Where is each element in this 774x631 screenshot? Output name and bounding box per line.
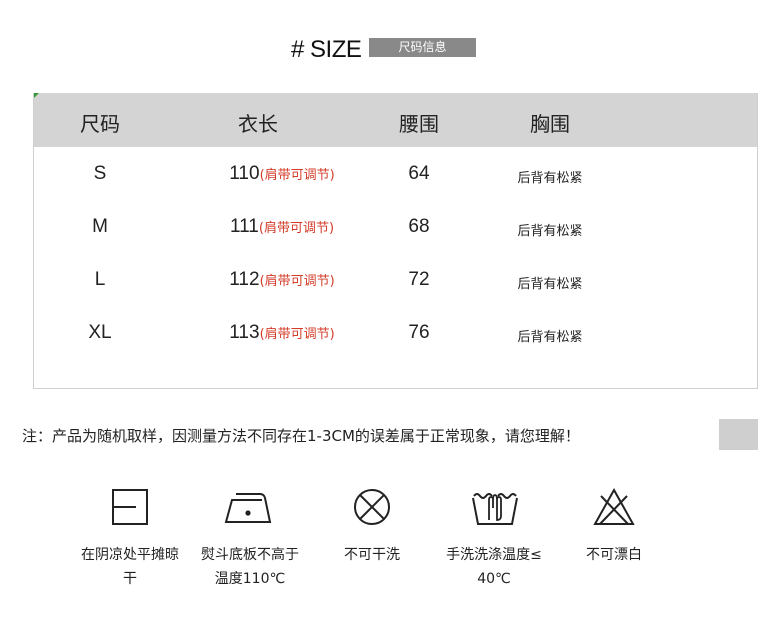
length-note: (肩带可调节) [259,327,335,342]
cell-chest: 后背有松紧 [517,330,583,345]
length-note: (肩带可调节) [259,274,335,289]
no-bleach-icon [593,487,635,525]
care-label-line: 40℃ [477,571,511,587]
cell-chest: 后背有松紧 [517,224,583,239]
care-label-line: 手洗洗涤温度≤ [446,547,542,563]
heading-badge: 尺码信息 [369,38,476,57]
cell-waist: 72 [408,269,430,290]
hand-wash-icon [472,493,518,525]
cell-size: XL [88,322,112,343]
care-label-no-dryclean: 不可干洗 [330,543,414,567]
cell-chest: 后背有松紧 [517,171,583,186]
table-header: 尺码 衣长 腰围 胸围 [34,93,757,147]
iron-low-icon [224,493,272,523]
length-value: 111 [229,216,259,237]
flat-dry-icon [112,489,148,525]
cell-size: L [94,269,106,290]
note-swatch [719,419,758,450]
corner-mark [34,93,39,98]
cell-size: M [92,216,108,237]
header-waist: 腰围 [399,112,439,136]
length-value: 110 [229,163,260,184]
table-row: M 111(肩带可调节) 68 后背有松紧 [34,216,757,240]
cell-waist: 64 [408,163,430,184]
cell-length: 113(肩带可调节) [229,322,334,344]
length-value: 113 [229,322,260,343]
care-label-no-bleach: 不可漂白 [572,543,656,567]
care-label-line: 不可干洗 [344,547,400,563]
care-label-line: 在阴凉处平摊晾 [81,547,179,563]
cell-chest: 后背有松紧 [517,277,583,292]
header-size: 尺码 [80,112,120,136]
care-label-line: 干 [123,571,137,587]
care-label-hand-wash: 手洗洗涤温度≤ 40℃ [432,543,556,591]
care-label-iron: 熨斗底板不高于 温度110℃ [188,543,312,591]
table-row: XL 113(肩带可调节) 76 后背有松紧 [34,322,757,346]
length-value: 112 [229,269,260,290]
cell-waist: 76 [408,322,430,343]
table-row: L 112(肩带可调节) 72 后背有松紧 [34,269,757,293]
care-label-line: 温度110℃ [214,571,286,587]
heading-title: # SIZE [291,36,362,63]
header-chest: 胸围 [530,112,570,136]
measurement-note: 注：产品为随机取样，因测量方法不同存在1-3CM的误差属于正常现象，请您理解！ [22,427,580,445]
cell-length: 111(肩带可调节) [230,216,334,238]
care-label-line: 不可漂白 [586,547,642,563]
cell-size: S [93,163,107,184]
length-note: (肩带可调节) [259,168,335,183]
care-label-flat-dry: 在阴凉处平摊晾 干 [69,543,191,591]
care-label-line: 熨斗底板不高于 [201,547,299,563]
cell-waist: 68 [408,216,430,237]
cell-length: 112(肩带可调节) [229,269,334,291]
size-heading: # SIZE 尺码信息 [0,34,774,66]
cell-length: 110(肩带可调节) [229,163,334,185]
header-length: 衣长 [238,112,278,136]
no-dryclean-icon [354,489,390,525]
table-row: S 110(肩带可调节) 64 后背有松紧 [34,163,757,187]
length-note: (肩带可调节) [258,221,335,236]
size-table: 尺码 衣长 腰围 胸围 S 110(肩带可调节) 64 后背有松紧 M 111(… [33,93,758,389]
